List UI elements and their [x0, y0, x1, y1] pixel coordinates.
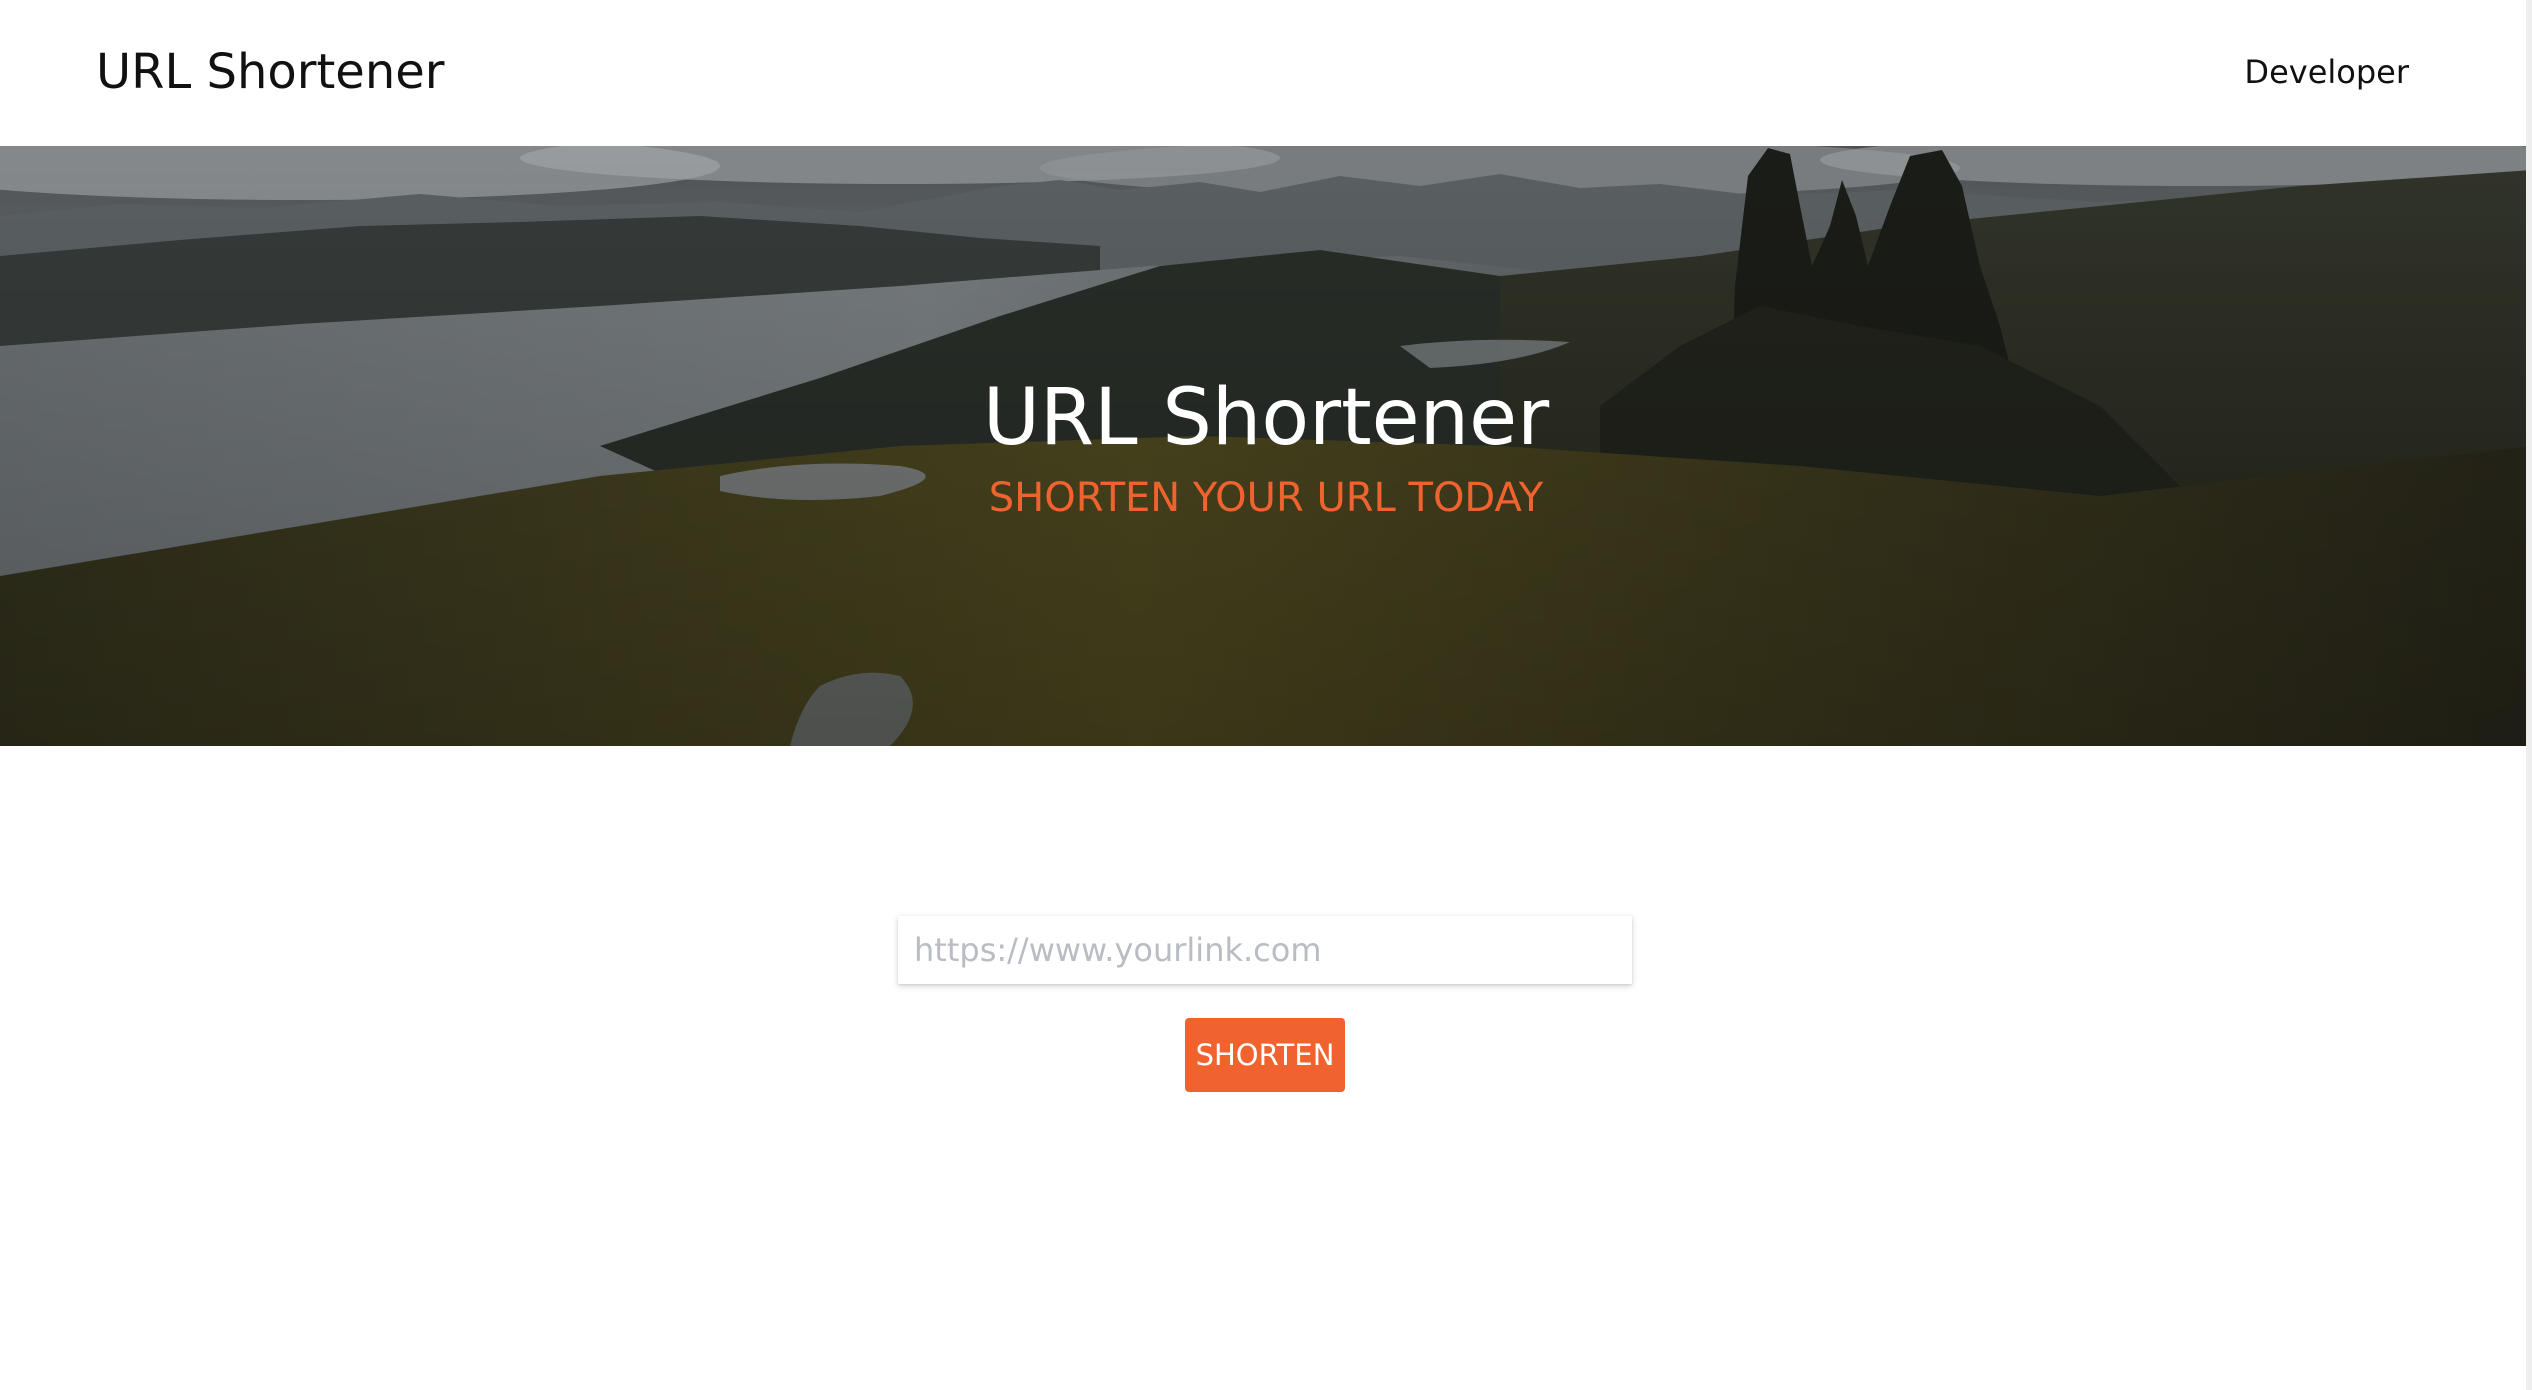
hero-banner: URL Shortener SHORTEN YOUR URL TODAY — [0, 146, 2532, 746]
developer-link[interactable]: Developer — [2244, 52, 2409, 92]
brand-link[interactable]: URL Shortener — [96, 40, 445, 104]
window-scrollbar[interactable] — [2526, 0, 2532, 1390]
navbar: URL Shortener Developer — [0, 0, 2532, 146]
page: URL Shortener Developer URL Shortener SH… — [0, 0, 2532, 1390]
hero-title: URL Shortener — [982, 373, 1550, 463]
url-input[interactable] — [898, 916, 1632, 984]
shorten-button[interactable]: SHORTEN — [1185, 1018, 1345, 1092]
hero-subtitle: SHORTEN YOUR URL TODAY — [988, 475, 1544, 521]
